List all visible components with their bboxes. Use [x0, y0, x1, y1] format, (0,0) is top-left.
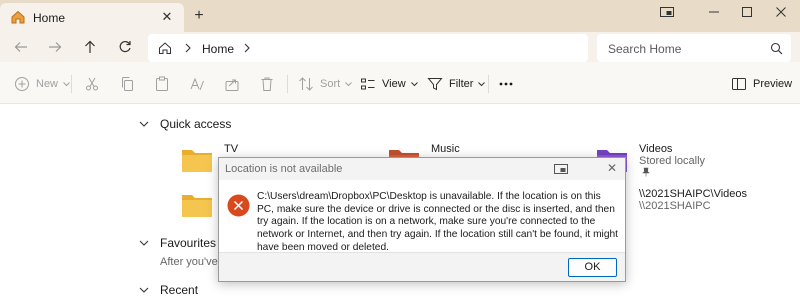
folder-icon [182, 195, 212, 217]
plus-circle-icon [15, 77, 29, 91]
view-label: View [382, 78, 406, 90]
clipboard-icon [156, 76, 168, 91]
ok-button[interactable]: OK [568, 258, 617, 277]
close-icon [776, 7, 786, 17]
delete-button[interactable] [259, 75, 275, 93]
new-button[interactable]: New [14, 75, 70, 93]
chevron-down-icon [478, 81, 486, 86]
divider [71, 75, 72, 93]
pin-icon [642, 167, 650, 177]
tab-home[interactable]: Home ✕ [0, 3, 184, 32]
cut-button[interactable] [84, 75, 100, 93]
minimize-icon [709, 11, 719, 13]
up-button[interactable] [81, 38, 99, 56]
item-name: \\2021SHAIPC\Videos [639, 188, 748, 200]
address-bar[interactable]: Home [148, 34, 588, 62]
item-location: \\2021SHAIPC [639, 200, 711, 212]
dialog-footer: OK [219, 252, 625, 281]
chevron-down-icon [63, 81, 70, 86]
error-icon [227, 194, 250, 217]
folder-icon [182, 150, 212, 172]
arrow-up-icon [85, 40, 95, 53]
quick-access-title: Quick access [160, 117, 232, 131]
more-options-button[interactable] [498, 75, 514, 93]
forward-button[interactable] [46, 38, 64, 56]
dialog-title: Location is not available [225, 163, 343, 175]
arrow-right-icon [49, 42, 62, 52]
home-icon [11, 10, 25, 24]
chevron-right-icon[interactable] [242, 41, 252, 55]
refresh-icon [119, 40, 131, 53]
item-location: Stored locally [639, 155, 706, 167]
preview-label: Preview [753, 78, 793, 90]
trash-icon [261, 77, 273, 91]
dialog-message: C:\Users\dream\Dropbox\PC\Desktop is una… [257, 191, 618, 253]
chevron-right-icon[interactable] [183, 41, 193, 55]
favourites-title: Favourites [160, 236, 217, 250]
refresh-button[interactable] [116, 38, 134, 56]
search-input[interactable]: Search Home [597, 34, 791, 62]
sort-icon [299, 77, 313, 91]
dialog-title-bar[interactable]: Location is not available ✕ [219, 158, 625, 180]
sort-label: Sort [320, 78, 341, 90]
close-button[interactable] [766, 2, 796, 22]
rename-button[interactable] [189, 75, 205, 93]
preview-pane-icon [732, 78, 746, 90]
divider [287, 75, 288, 93]
chevron-down-icon [139, 121, 149, 127]
compact-overlay-icon[interactable] [554, 163, 568, 175]
recent-title: Recent [160, 283, 199, 297]
navigation-bar: Home Search Home [0, 32, 800, 62]
chevron-down-icon [345, 81, 353, 86]
item-name: TV [224, 143, 239, 155]
item-name: Music [431, 143, 460, 155]
arrow-left-icon [14, 42, 27, 52]
tab-close-icon[interactable]: ✕ [160, 10, 174, 24]
copy-button[interactable] [119, 75, 135, 93]
more-icon [499, 82, 513, 86]
scissors-icon [86, 77, 98, 91]
preview-button[interactable]: Preview [731, 75, 792, 93]
compact-overlay-button[interactable] [652, 2, 682, 22]
maximize-icon [742, 7, 752, 17]
view-button[interactable]: View [360, 75, 418, 93]
compact-overlay-icon [660, 7, 674, 17]
filter-icon [427, 78, 443, 91]
sort-button[interactable]: Sort [298, 75, 353, 93]
paste-button[interactable] [154, 75, 170, 93]
divider [488, 75, 489, 93]
share-button[interactable] [224, 75, 240, 93]
chevron-down-icon [139, 240, 149, 246]
list-view-icon [361, 78, 375, 90]
command-bar: New Sort View Filter Preview [0, 62, 800, 104]
favourites-header[interactable]: Favourites [138, 235, 216, 251]
quick-access-header[interactable]: Quick access [138, 116, 231, 132]
recent-header[interactable]: Recent [138, 282, 198, 297]
filter-button[interactable]: Filter [427, 75, 486, 93]
dialog-close-icon[interactable]: ✕ [605, 161, 619, 175]
new-label: New [36, 78, 59, 90]
share-icon [225, 79, 239, 91]
tab-label: Home [33, 11, 66, 25]
chevron-down-icon [139, 287, 149, 293]
chevron-down-icon [410, 81, 418, 86]
breadcrumb-home[interactable]: Home [202, 42, 234, 56]
minimize-button[interactable] [699, 2, 729, 22]
new-tab-icon[interactable]: + [192, 8, 206, 24]
filter-label: Filter [449, 78, 474, 90]
rename-icon [190, 77, 204, 91]
maximize-button[interactable] [732, 2, 762, 22]
back-button[interactable] [12, 38, 30, 56]
copy-icon [122, 77, 133, 91]
favourites-hint: After you've [160, 256, 218, 268]
search-icon [770, 42, 783, 55]
search-placeholder: Search Home [608, 42, 682, 56]
error-dialog: Location is not available ✕ C:\Users\dre… [218, 157, 626, 282]
item-name: Videos [639, 143, 673, 155]
title-bar: Home ✕ + [0, 0, 800, 32]
home-outline-icon [159, 42, 171, 54]
